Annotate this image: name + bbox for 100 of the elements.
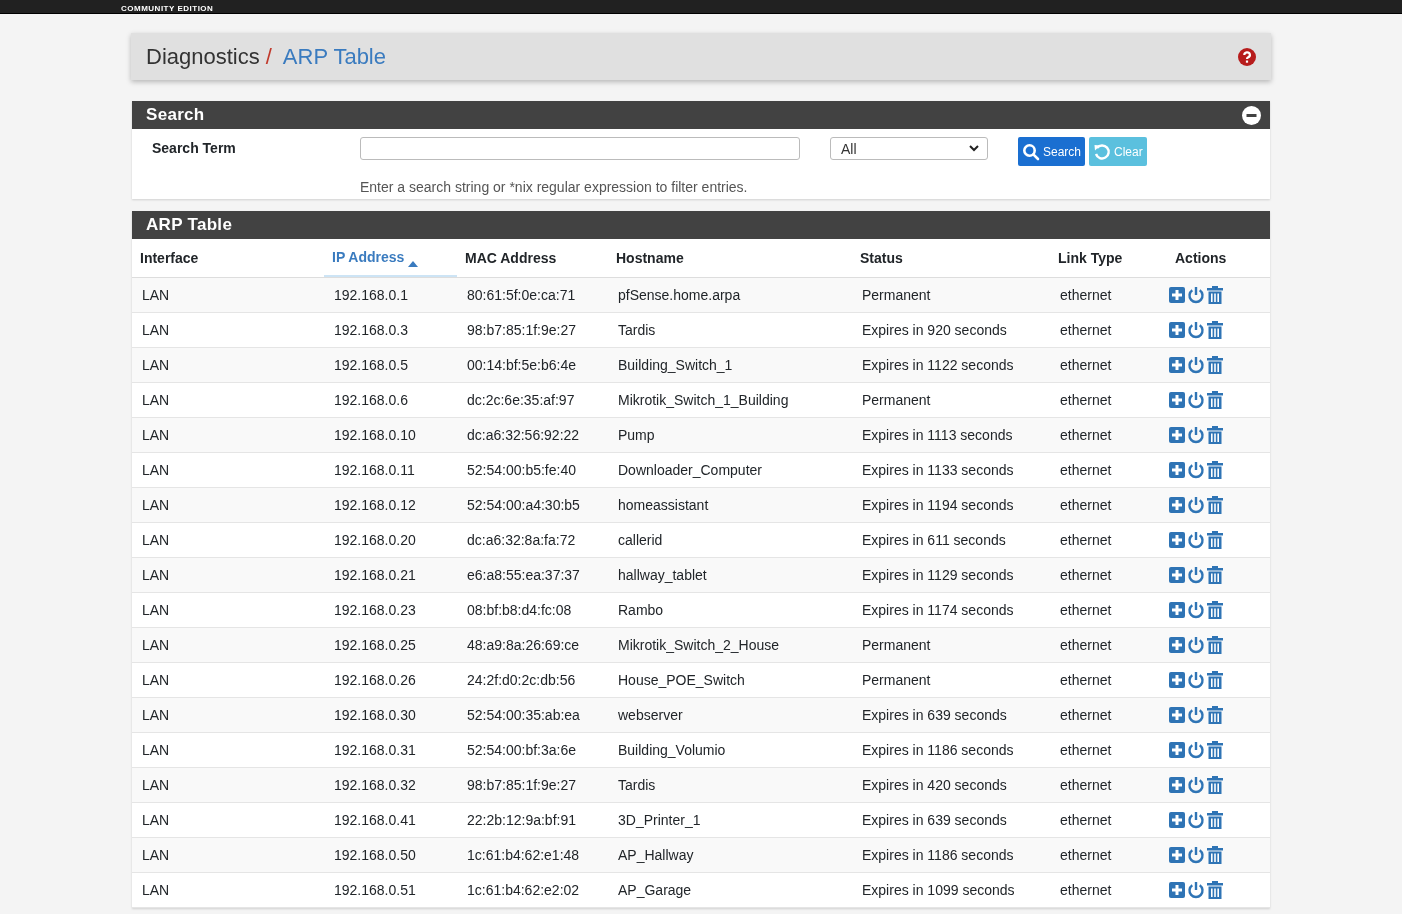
trash-icon[interactable] bbox=[1207, 846, 1223, 864]
table-cell-text: 192.168.0.26 bbox=[333, 672, 417, 688]
add-icon[interactable] bbox=[1169, 427, 1185, 443]
table-cell-text: 192.168.0.41 bbox=[333, 812, 417, 828]
power-icon[interactable] bbox=[1187, 286, 1205, 304]
trash-icon[interactable] bbox=[1207, 426, 1223, 444]
table-cell-text: 192.168.0.3 bbox=[333, 322, 409, 338]
power-icon[interactable] bbox=[1187, 881, 1205, 899]
add-icon[interactable] bbox=[1169, 532, 1185, 548]
table-cell-text: LAN bbox=[141, 777, 171, 793]
help-icon[interactable] bbox=[1238, 47, 1256, 66]
power-icon[interactable] bbox=[1187, 706, 1205, 724]
power-icon[interactable] bbox=[1187, 671, 1205, 689]
power-icon[interactable] bbox=[1187, 321, 1205, 339]
add-icon[interactable] bbox=[1169, 567, 1185, 583]
table-cell-text: 192.168.0.5 bbox=[333, 357, 409, 373]
add-icon[interactable] bbox=[1169, 287, 1185, 303]
power-icon[interactable] bbox=[1187, 391, 1205, 409]
trash-icon[interactable] bbox=[1207, 881, 1223, 899]
power-icon[interactable] bbox=[1187, 636, 1205, 654]
table-cell-text: 192.168.0.20 bbox=[333, 532, 417, 548]
power-icon[interactable] bbox=[1187, 356, 1205, 374]
trash-icon[interactable] bbox=[1207, 741, 1223, 759]
add-icon[interactable] bbox=[1169, 882, 1185, 898]
power-icon[interactable] bbox=[1187, 601, 1205, 619]
add-icon[interactable] bbox=[1169, 707, 1185, 723]
add-icon[interactable] bbox=[1169, 322, 1185, 338]
column-header[interactable]: Status bbox=[852, 239, 1050, 277]
add-icon[interactable] bbox=[1169, 392, 1185, 408]
trash-icon[interactable] bbox=[1207, 706, 1223, 724]
trash-icon[interactable] bbox=[1207, 391, 1223, 409]
column-header[interactable]: Interface bbox=[132, 239, 324, 277]
table-cell-text: LAN bbox=[141, 742, 171, 758]
table-cell-text: ethernet bbox=[1059, 672, 1113, 688]
trash-icon[interactable] bbox=[1207, 356, 1223, 374]
search-button[interactable]: Search bbox=[1018, 137, 1086, 166]
power-icon[interactable] bbox=[1187, 741, 1205, 759]
collapse-icon[interactable] bbox=[1242, 105, 1261, 125]
trash-icon[interactable] bbox=[1207, 566, 1223, 584]
table-cell-text: Permanent bbox=[861, 637, 932, 653]
power-icon[interactable] bbox=[1187, 846, 1205, 864]
trash-icon[interactable] bbox=[1207, 286, 1223, 304]
table-cell-text: e6:a8:55:ea:37:37 bbox=[466, 567, 581, 583]
trash-icon[interactable] bbox=[1207, 531, 1223, 549]
table-cell-text: Permanent bbox=[861, 392, 932, 408]
column-header[interactable]: Link Type bbox=[1050, 239, 1167, 277]
table-cell-text: LAN bbox=[141, 882, 171, 898]
trash-icon[interactable] bbox=[1207, 776, 1223, 794]
table-cell-text: Rambo bbox=[617, 602, 665, 618]
trash-icon[interactable] bbox=[1207, 671, 1223, 689]
add-icon[interactable] bbox=[1169, 357, 1185, 373]
search-field[interactable] bbox=[360, 137, 800, 160]
power-icon[interactable] bbox=[1187, 496, 1205, 514]
add-icon[interactable] bbox=[1169, 602, 1185, 618]
add-icon[interactable] bbox=[1169, 497, 1185, 513]
breadcrumb-item[interactable]: Diagnostics bbox=[146, 43, 260, 70]
breadcrumb-separator: / bbox=[265, 43, 272, 70]
trash-icon[interactable] bbox=[1207, 811, 1223, 829]
trash-icon[interactable] bbox=[1207, 321, 1223, 339]
add-icon[interactable] bbox=[1169, 637, 1185, 653]
add-icon[interactable] bbox=[1169, 847, 1185, 863]
power-icon[interactable] bbox=[1187, 531, 1205, 549]
add-icon[interactable] bbox=[1169, 672, 1185, 688]
table-cell-text: ethernet bbox=[1059, 742, 1113, 758]
trash-icon[interactable] bbox=[1207, 601, 1223, 619]
power-icon[interactable] bbox=[1187, 461, 1205, 479]
table-cell-text: LAN bbox=[141, 462, 171, 478]
column-header[interactable]: Hostname bbox=[608, 239, 852, 277]
add-icon[interactable] bbox=[1169, 462, 1185, 478]
column-header[interactable]: MAC Address bbox=[457, 239, 608, 277]
table-cell-text: Expires in 1186 seconds bbox=[861, 742, 1015, 758]
trash-icon[interactable] bbox=[1207, 461, 1223, 479]
power-icon[interactable] bbox=[1187, 811, 1205, 829]
add-icon[interactable] bbox=[1169, 742, 1185, 758]
power-icon[interactable] bbox=[1187, 776, 1205, 794]
add-icon[interactable] bbox=[1169, 777, 1185, 793]
power-icon[interactable] bbox=[1187, 426, 1205, 444]
trash-icon[interactable] bbox=[1207, 496, 1223, 514]
table-cell-text: 192.168.0.31 bbox=[333, 742, 417, 758]
table-cell-text: 192.168.0.23 bbox=[333, 602, 417, 618]
table-cell-text: 192.168.0.25 bbox=[333, 637, 417, 653]
table-cell-text: dc:2c:6e:35:af:97 bbox=[466, 392, 576, 408]
chevron-down-icon bbox=[969, 145, 979, 152]
add-icon[interactable] bbox=[1169, 812, 1185, 828]
table-cell-text: Building_Volumio bbox=[617, 742, 727, 758]
power-icon[interactable] bbox=[1187, 566, 1205, 584]
table-cell-text: ethernet bbox=[1059, 567, 1113, 583]
table-cell-text: ethernet bbox=[1059, 637, 1113, 653]
table-cell-text: 192.168.0.1 bbox=[333, 287, 409, 303]
table-cell-text: pfSense.home.arpa bbox=[617, 287, 742, 303]
trash-icon[interactable] bbox=[1207, 636, 1223, 654]
panel-title: Search bbox=[146, 105, 205, 125]
table-cell-text: LAN bbox=[141, 672, 171, 688]
filter-dropdown[interactable]: All bbox=[830, 137, 988, 160]
table-cell-text: 192.168.0.6 bbox=[333, 392, 409, 408]
table-cell-text: 192.168.0.11 bbox=[333, 462, 416, 478]
table-cell-text: LAN bbox=[141, 427, 171, 443]
table-cell-text: 3D_Printer_1 bbox=[617, 812, 702, 828]
column-header[interactable]: Actions bbox=[1167, 239, 1270, 277]
table-cell-text: AP_Hallway bbox=[617, 847, 695, 863]
